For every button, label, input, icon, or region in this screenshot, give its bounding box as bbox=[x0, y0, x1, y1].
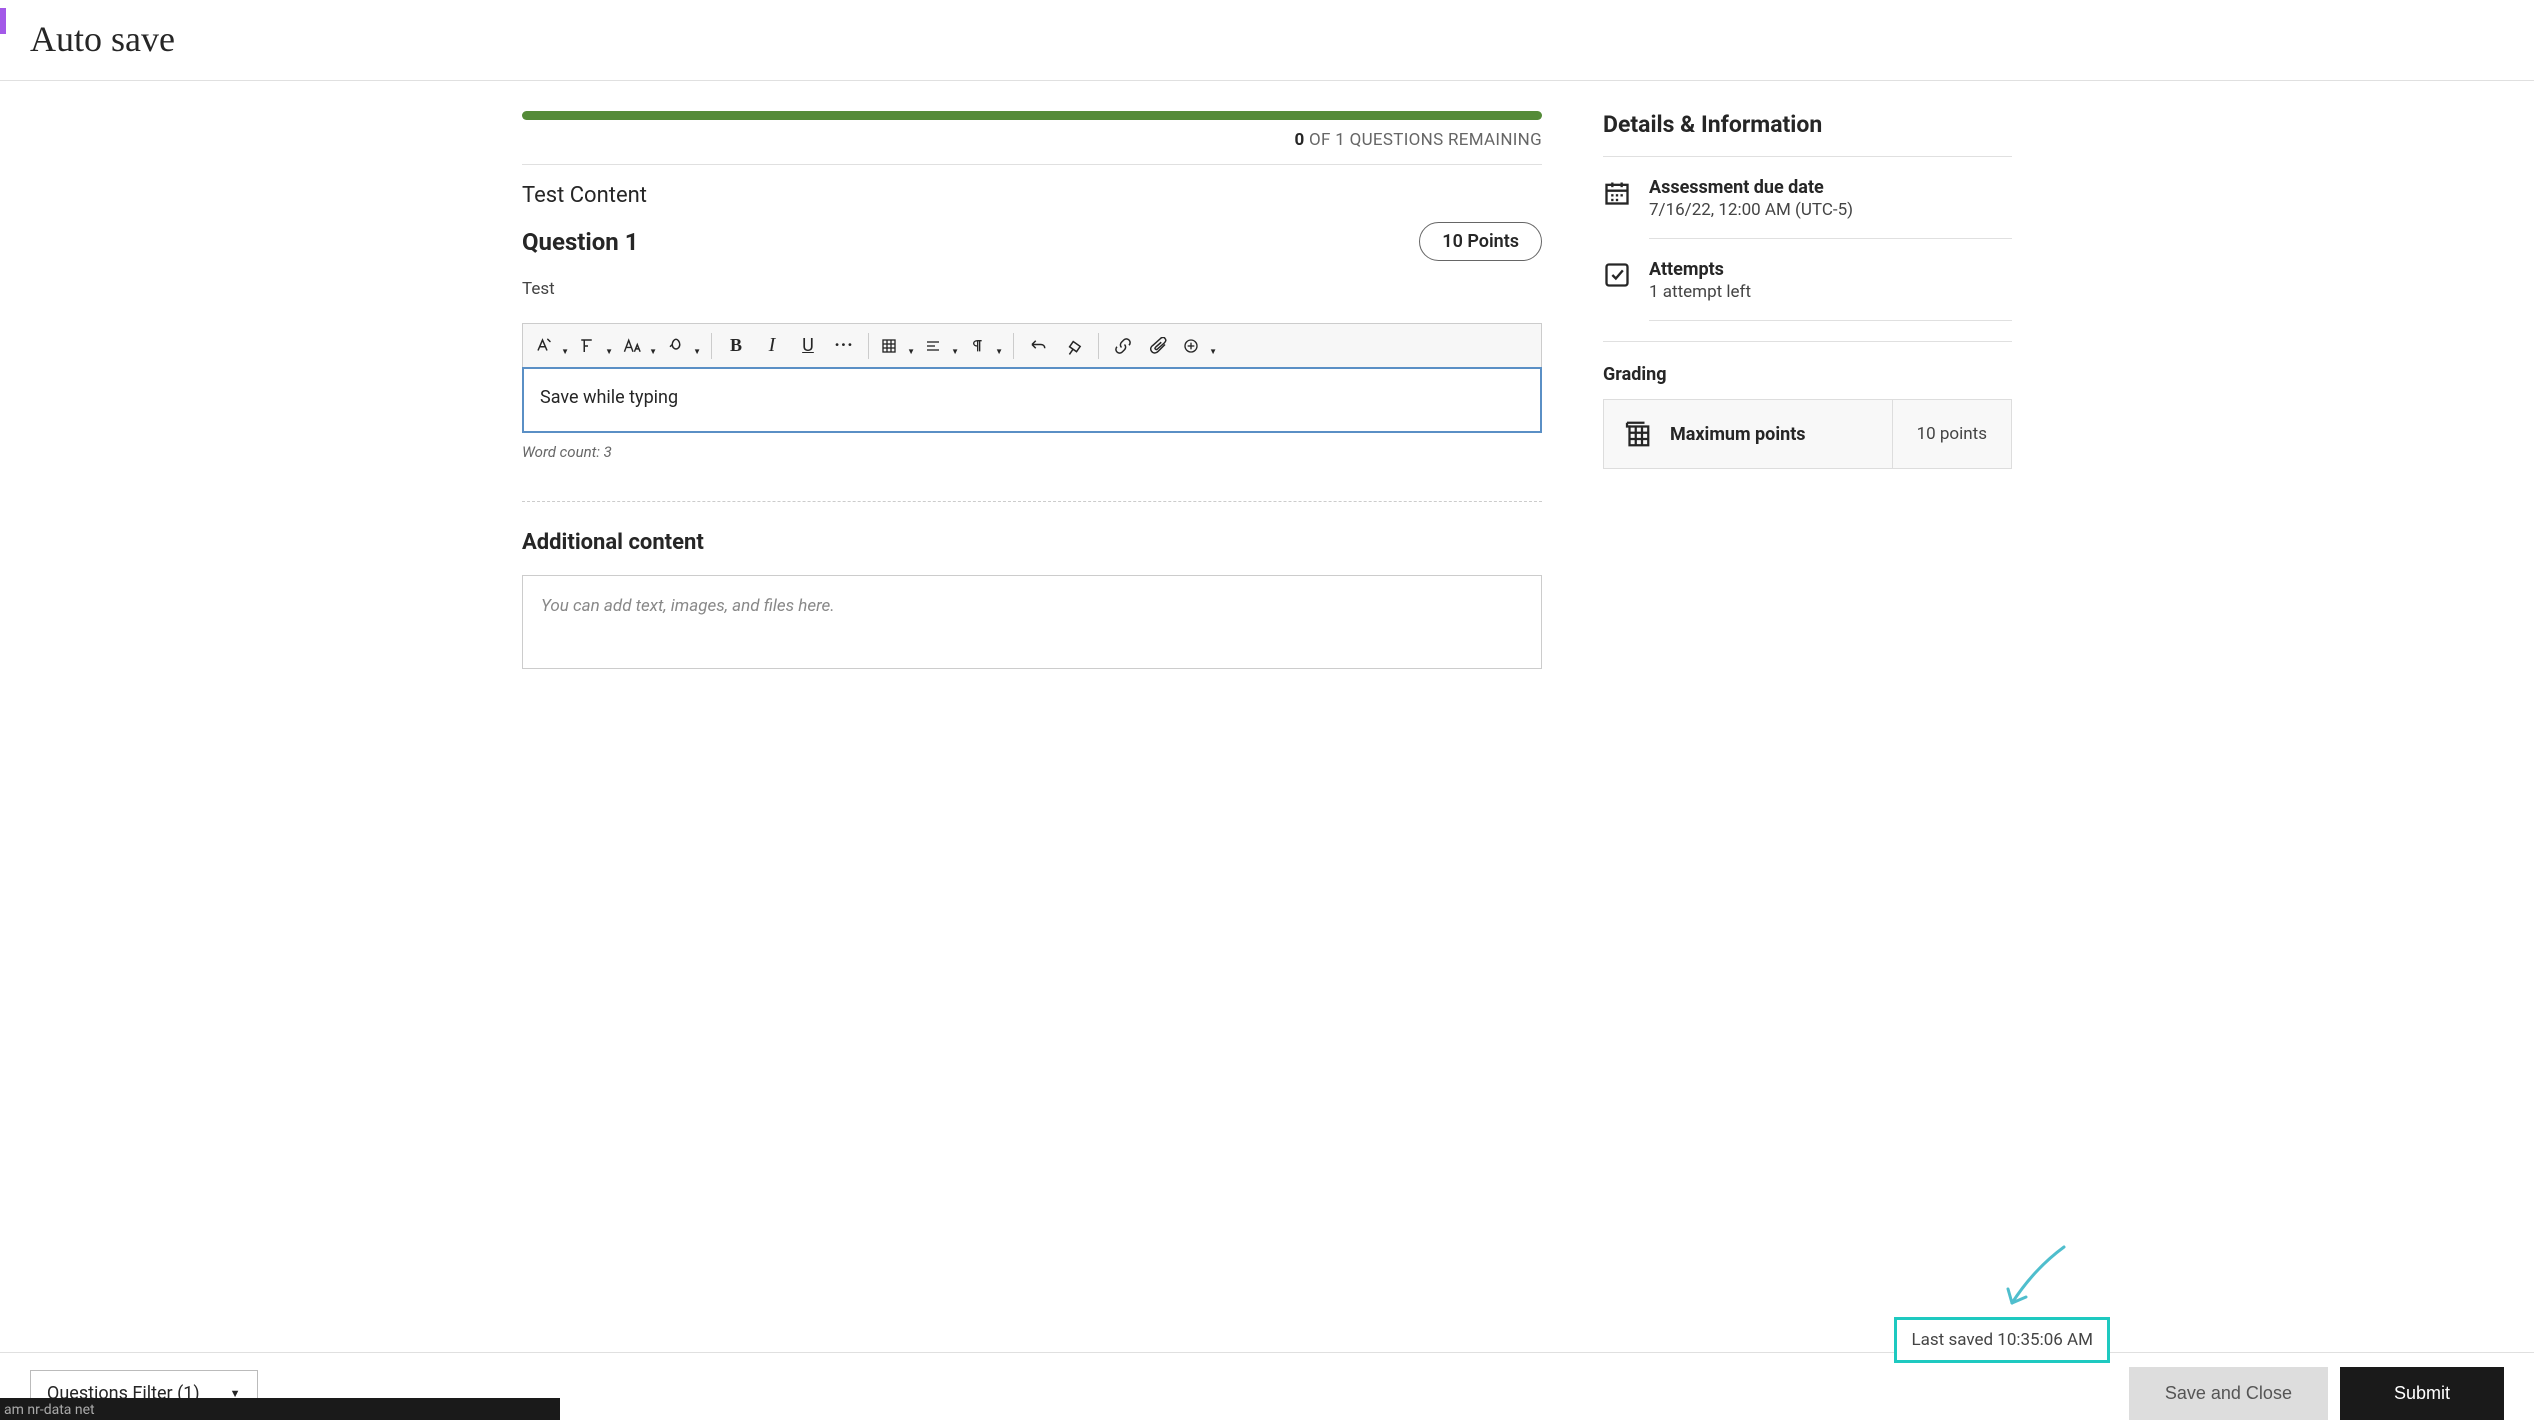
text-color-icon[interactable]: ▼ bbox=[661, 328, 705, 364]
word-count: Word count: 3 bbox=[522, 433, 1542, 461]
remaining-text: OF 1 QUESTIONS REMAINING bbox=[1305, 130, 1542, 150]
submit-button[interactable]: Submit bbox=[2340, 1367, 2504, 1420]
font-size-icon[interactable]: ▼ bbox=[617, 328, 661, 364]
more-formatting-icon[interactable]: ··· bbox=[826, 328, 862, 364]
attachment-icon[interactable] bbox=[1141, 328, 1177, 364]
grading-box: Maximum points 10 points bbox=[1603, 399, 2012, 469]
question-header: Question 1 10 Points bbox=[522, 222, 1542, 279]
toolbar-separator bbox=[711, 333, 712, 359]
grading-label: Grading bbox=[1603, 364, 2012, 399]
question-prompt: Test bbox=[522, 279, 1542, 323]
status-url-overlay: am nr-data net bbox=[0, 1398, 560, 1420]
divider bbox=[522, 501, 1542, 502]
insert-plus-icon[interactable]: ▼ bbox=[1177, 328, 1221, 364]
due-date-label: Assessment due date bbox=[1649, 177, 2012, 198]
additional-content-input[interactable]: You can add text, images, and files here… bbox=[522, 575, 1542, 669]
attempts-value: 1 attempt left bbox=[1649, 280, 2012, 302]
remaining-count: 0 bbox=[1294, 130, 1304, 150]
clear-format-icon[interactable] bbox=[1056, 328, 1092, 364]
test-content-heading: Test Content bbox=[522, 165, 1542, 222]
title-accent bbox=[0, 8, 6, 34]
answer-input[interactable]: Save while typing bbox=[522, 367, 1542, 433]
last-saved-text: Last saved 10:35:06 AM bbox=[1894, 1317, 2110, 1363]
sidebar-title: Details & Information bbox=[1603, 111, 2012, 157]
toolbar-separator bbox=[868, 333, 869, 359]
additional-content-title: Additional content bbox=[522, 530, 1542, 575]
questions-remaining: 0 OF 1 QUESTIONS REMAINING bbox=[522, 120, 1542, 165]
bold-icon[interactable]: B bbox=[718, 328, 754, 364]
due-date-row: Assessment due date 7/16/22, 12:00 AM (U… bbox=[1603, 177, 2012, 259]
paragraph-direction-icon[interactable]: ▼ bbox=[963, 328, 1007, 364]
due-date-value: 7/16/22, 12:00 AM (UTC-5) bbox=[1649, 198, 2012, 220]
underline-icon[interactable]: U bbox=[790, 328, 826, 364]
title-bar: Auto save bbox=[0, 0, 2534, 81]
last-saved-callout: Last saved 10:35:06 AM bbox=[1894, 1317, 2110, 1363]
calendar-icon bbox=[1603, 179, 1633, 209]
checkbox-icon bbox=[1603, 261, 1633, 291]
page-title: Auto save bbox=[30, 18, 175, 60]
undo-icon[interactable] bbox=[1020, 328, 1056, 364]
attempts-row: Attempts 1 attempt left bbox=[1603, 259, 2012, 341]
sidebar: Details & Information Assessment due dat… bbox=[1602, 111, 2012, 1352]
align-icon[interactable]: ▼ bbox=[919, 328, 963, 364]
table-icon[interactable]: ▼ bbox=[875, 328, 919, 364]
rubric-icon bbox=[1622, 419, 1652, 449]
toolbar-separator bbox=[1098, 333, 1099, 359]
answer-editor: ▼ ▼ ▼ ▼ B I bbox=[522, 323, 1542, 433]
text-format-icon[interactable]: ▼ bbox=[573, 328, 617, 364]
link-icon[interactable] bbox=[1105, 328, 1141, 364]
main-column: 0 OF 1 QUESTIONS REMAINING Test Content … bbox=[522, 111, 1542, 1352]
max-points-label: Maximum points bbox=[1670, 424, 1806, 445]
italic-icon[interactable]: I bbox=[754, 328, 790, 364]
toolbar-separator bbox=[1013, 333, 1014, 359]
save-and-close-button[interactable]: Save and Close bbox=[2129, 1367, 2328, 1420]
question-title: Question 1 bbox=[522, 228, 638, 256]
progress-bar bbox=[522, 111, 1542, 120]
points-pill: 10 Points bbox=[1419, 222, 1542, 261]
editor-toolbar: ▼ ▼ ▼ ▼ B I bbox=[523, 324, 1541, 368]
attempts-label: Attempts bbox=[1649, 259, 2012, 280]
arrow-annotation-icon bbox=[1994, 1241, 2074, 1321]
text-style-icon[interactable]: ▼ bbox=[529, 328, 573, 364]
max-points-value: 10 points bbox=[1892, 400, 2011, 468]
